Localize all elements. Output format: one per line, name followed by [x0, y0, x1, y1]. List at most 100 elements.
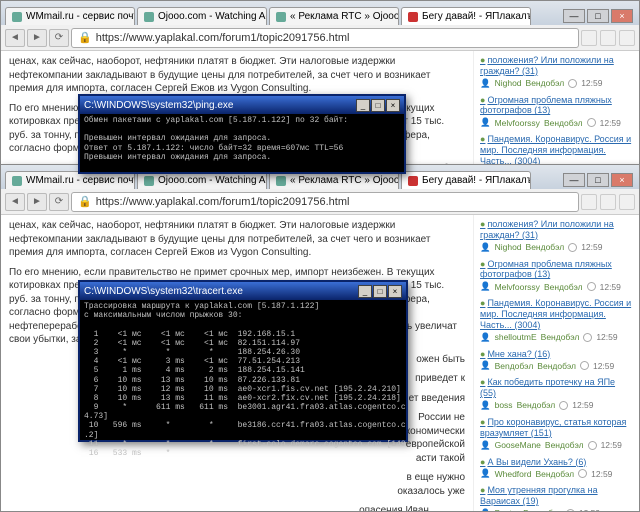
maximize-button[interactable]: □: [373, 285, 387, 298]
tab-yaplakal[interactable]: Бегу давай! - ЯПлакалъ×: [401, 171, 531, 189]
back-button[interactable]: ◄: [5, 29, 25, 47]
bullet-icon: ●: [480, 95, 485, 105]
username[interactable]: Melvfoorssy: [495, 282, 540, 292]
timestamp: 12:59: [572, 400, 593, 410]
bullet-icon: ●: [480, 457, 485, 467]
sidebar-topic[interactable]: ●Огромная проблема пляжных фотографов (1…: [480, 95, 633, 129]
topic-link[interactable]: ●положения? Или положили на граждан? (31…: [480, 55, 633, 77]
back-button[interactable]: ◄: [5, 193, 25, 211]
username[interactable]: Nighod: [495, 78, 522, 88]
bullet-icon: ●: [480, 55, 485, 65]
topic-link[interactable]: ●Как победить протечку на ЯПе (55): [480, 377, 633, 399]
clock-icon: [559, 401, 568, 410]
cmd-titlebar[interactable]: C:\WINDOWS\system32\tracert.exe _ □ ×: [80, 282, 406, 300]
favicon-icon: [408, 176, 418, 186]
clock-icon: [566, 509, 575, 511]
menu-icon[interactable]: [619, 30, 635, 46]
favicon-icon: [144, 176, 154, 186]
lock-icon: 🔒: [78, 195, 92, 208]
user-icon: 👤: [480, 360, 491, 371]
bullet-icon: ●: [480, 219, 485, 229]
timestamp: 12:59: [581, 242, 602, 252]
close-button[interactable]: ×: [388, 285, 402, 298]
user-icon: 👤: [480, 332, 491, 343]
sidebar-topic[interactable]: ●Моя утренняя прогулка на Вараисах (19)👤…: [480, 485, 633, 511]
user-icon: 👤: [480, 400, 491, 411]
tab-rtc[interactable]: « Реклама RTC » Ojooo.com×: [269, 7, 399, 25]
user-icon: 👤: [480, 508, 491, 511]
username[interactable]: boss: [495, 400, 513, 410]
topic-link[interactable]: ●Мне хана? (16): [480, 349, 633, 360]
close-button[interactable]: ×: [611, 9, 633, 23]
topic-link[interactable]: ●Пандемия. Коронавирус. Россия и мир. По…: [480, 298, 633, 330]
ext-icon[interactable]: [600, 30, 616, 46]
timestamp: 12:59: [579, 508, 600, 511]
topic-link[interactable]: ●Пандемия. Коронавирус. Россия и мир. По…: [480, 134, 633, 166]
username[interactable]: Веnдобэл: [495, 361, 534, 371]
topic-link[interactable]: ●Про коронавирус, статья которая вразумл…: [480, 417, 633, 439]
username[interactable]: Nighod: [495, 242, 522, 252]
forward-button[interactable]: ►: [27, 29, 47, 47]
url-input[interactable]: 🔒https://www.yaplakal.com/forum1/topic20…: [71, 192, 579, 212]
favicon-icon: [144, 12, 154, 22]
topic-meta: 👤MelvfoorssyВендобэл12:59: [480, 281, 633, 292]
username[interactable]: Beytor: [495, 508, 520, 511]
topic-link[interactable]: ●А Вы видели Ухань? (6): [480, 457, 633, 468]
username[interactable]: Вендобэл: [526, 242, 565, 252]
minimize-button[interactable]: —: [563, 173, 585, 187]
sidebar-topic[interactable]: ●Как победить протечку на ЯПе (55)👤 boss В…: [480, 377, 633, 411]
forward-button[interactable]: ►: [27, 193, 47, 211]
topic-link[interactable]: ●Моя утренняя прогулка на Вараисах (19): [480, 485, 633, 507]
ext-icon[interactable]: [581, 30, 597, 46]
minimize-button[interactable]: _: [356, 99, 370, 112]
minimize-button[interactable]: —: [563, 9, 585, 23]
username[interactable]: Вендобэл: [545, 440, 584, 450]
reload-button[interactable]: ⟳: [49, 29, 69, 47]
minimize-button[interactable]: _: [358, 285, 372, 298]
topic-meta: 👤GooseManeВендобэл12:59: [480, 440, 633, 451]
topic-link[interactable]: ●Огромная проблема пляжных фотографов (1…: [480, 95, 633, 117]
username[interactable]: Вендобэл: [535, 469, 574, 479]
maximize-button[interactable]: □: [371, 99, 385, 112]
topic-link[interactable]: ●Огромная проблема пляжных фотографов (1…: [480, 259, 633, 281]
timestamp: 12:59: [593, 361, 614, 371]
ext-icon[interactable]: [581, 194, 597, 210]
ext-icon[interactable]: [600, 194, 616, 210]
username[interactable]: Вендобэл: [526, 78, 565, 88]
bullet-icon: ●: [480, 377, 485, 387]
menu-icon[interactable]: [619, 194, 635, 210]
username[interactable]: Вендобэл: [544, 282, 583, 292]
maximize-button[interactable]: □: [587, 9, 609, 23]
tab-wmmail[interactable]: WMmail.ru - сервис почтов...×: [5, 7, 135, 25]
username[interactable]: Вендобэл: [544, 118, 583, 128]
reload-button[interactable]: ⟳: [49, 193, 69, 211]
sidebar-topic[interactable]: ●А Вы видели Ухань? (6)👤WhedfordВендобэл…: [480, 457, 633, 480]
topic-link[interactable]: ●положения? Или положили на граждан? (31…: [480, 219, 633, 241]
username[interactable]: GooseMane: [495, 440, 541, 450]
username[interactable]: Вендобэл: [541, 332, 580, 342]
sidebar-topic[interactable]: ●положения? Или положили на граждан? (31…: [480, 219, 633, 253]
sidebar-topic[interactable]: ●положения? Или положили на граждан? (31…: [480, 55, 633, 89]
timestamp: 12:59: [600, 282, 621, 292]
tab-ojooo[interactable]: Ojooo.com - Watching Ad -×: [137, 7, 267, 25]
username[interactable]: Melvfoorssy: [495, 118, 540, 128]
username[interactable]: Whedford: [495, 469, 532, 479]
sidebar-topic[interactable]: ●Мне хана? (16)👤 ВеnдобэлВендобэл 12:59: [480, 349, 633, 372]
sidebar-topic[interactable]: ●Пандемия. Коронавирус. Россия и мир. По…: [480, 298, 633, 342]
cmd-titlebar[interactable]: C:\WINDOWS\system32\ping.exe _ □ ×: [80, 96, 404, 114]
tab-yaplakal[interactable]: Бегу давай! - ЯПлакалъ×: [401, 7, 531, 25]
username[interactable]: shelloutmE: [495, 332, 537, 342]
topic-meta: 👤MelvfoorssyВендобэл12:59: [480, 117, 633, 128]
cmd-window-ping[interactable]: C:\WINDOWS\system32\ping.exe _ □ × Обмен…: [78, 94, 406, 174]
user-icon: 👤: [480, 242, 491, 253]
maximize-button[interactable]: □: [587, 173, 609, 187]
username[interactable]: Вендобэл: [537, 361, 576, 371]
cmd-window-tracert[interactable]: C:\WINDOWS\system32\tracert.exe _ □ × Тр…: [78, 280, 408, 442]
sidebar-topic[interactable]: ●Огромная проблема пляжных фотографов (1…: [480, 259, 633, 293]
close-button[interactable]: ×: [611, 173, 633, 187]
username[interactable]: Вендобэл: [517, 400, 556, 410]
url-input[interactable]: 🔒https://www.yaplakal.com/forum1/topic20…: [71, 28, 579, 48]
sidebar-topic[interactable]: ●Про коронавирус, статья которая вразумл…: [480, 417, 633, 451]
close-button[interactable]: ×: [386, 99, 400, 112]
username[interactable]: Вендобэл: [523, 508, 562, 511]
